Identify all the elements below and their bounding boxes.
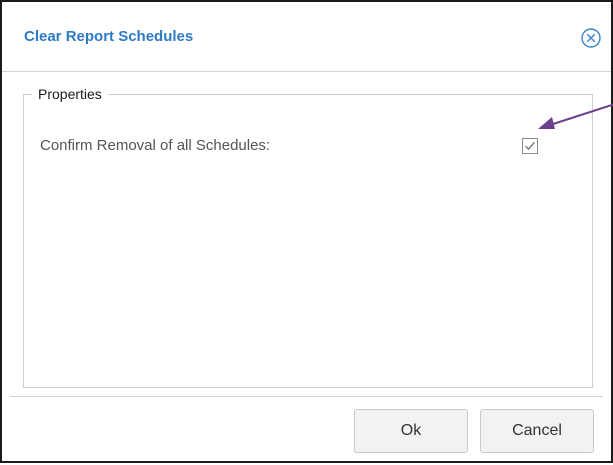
dialog-header: Clear Report Schedules bbox=[2, 2, 611, 72]
footer-divider bbox=[10, 396, 603, 397]
clear-report-schedules-dialog: Clear Report Schedules Properties Confir… bbox=[0, 0, 613, 463]
confirm-removal-label: Confirm Removal of all Schedules: bbox=[40, 137, 271, 154]
properties-group: Properties Confirm Removal of all Schedu… bbox=[23, 86, 593, 388]
close-icon[interactable] bbox=[580, 27, 602, 49]
confirm-removal-checkbox[interactable] bbox=[522, 138, 538, 154]
properties-legend: Properties bbox=[38, 86, 102, 102]
cancel-button[interactable]: Cancel bbox=[480, 409, 594, 453]
dialog-title: Clear Report Schedules bbox=[24, 28, 194, 45]
ok-button[interactable]: Ok bbox=[354, 409, 468, 453]
